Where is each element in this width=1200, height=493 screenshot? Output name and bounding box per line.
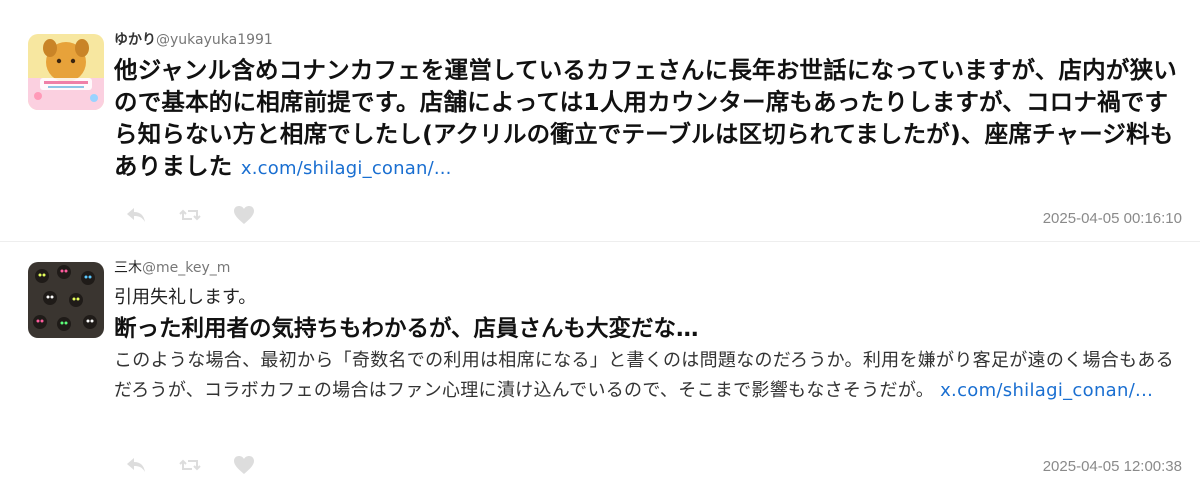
tweet-feed: ゆかり@yukayuka1991 他ジャンル含めコナンカフェを運営しているカフェ… xyxy=(0,0,1200,493)
like-button[interactable] xyxy=(232,204,256,226)
retweet-button[interactable] xyxy=(178,454,202,476)
tweet-timestamp[interactable]: 2025-04-05 12:00:38 xyxy=(1043,458,1182,475)
tweet-actions xyxy=(124,204,256,226)
retweet-icon xyxy=(179,459,201,471)
tweet-headline: 断った利用者の気持ちもわかるが、店員さんも大変だな… xyxy=(114,316,699,342)
tweet-intro: 引用失礼します。 xyxy=(114,287,257,308)
tweet-header: ゆかり@yukayuka1991 xyxy=(114,30,1182,50)
like-button[interactable] xyxy=(232,454,256,476)
tweet-text-block: このような場合、最初から「奇数名での利用は相席になる」と書くのは問題なのだろうか… xyxy=(114,346,1182,406)
display-name[interactable]: 三木 xyxy=(114,260,142,276)
reply-button[interactable] xyxy=(124,454,148,476)
screen-name[interactable]: @yukayuka1991 xyxy=(156,32,273,48)
tweet-text-block: 他ジャンル含めコナンカフェを運営しているカフェさんに長年お世話になっていますが、… xyxy=(114,54,1182,185)
retweet-icon xyxy=(179,209,201,221)
tweet-timestamp[interactable]: 2025-04-05 00:16:10 xyxy=(1043,210,1182,227)
reply-button[interactable] xyxy=(124,204,148,226)
tweet-content: 三木@me_key_m 引用失礼します。 断った利用者の気持ちもわかるが、店員さ… xyxy=(114,258,1182,406)
tweet-item: ゆかり@yukayuka1991 他ジャンル含めコナンカフェを運営しているカフェ… xyxy=(0,0,1200,242)
avatar[interactable] xyxy=(28,34,104,110)
screen-name[interactable]: @me_key_m xyxy=(142,260,230,276)
tweet-header: 三木@me_key_m xyxy=(114,258,1182,278)
tweet-link[interactable]: x.com/shilagi_conan/... xyxy=(940,380,1153,401)
tweet-link[interactable]: x.com/shilagi_conan/... xyxy=(241,158,452,179)
retweet-button[interactable] xyxy=(178,204,202,226)
reply-icon xyxy=(127,208,145,222)
heart-icon xyxy=(234,456,254,474)
tweet-actions xyxy=(124,454,256,476)
tweet-item: 三木@me_key_m 引用失礼します。 断った利用者の気持ちもわかるが、店員さ… xyxy=(0,242,1200,493)
avatar[interactable] xyxy=(28,262,104,338)
tweet-content: ゆかり@yukayuka1991 他ジャンル含めコナンカフェを運営しているカフェ… xyxy=(114,30,1182,185)
reply-icon xyxy=(127,458,145,472)
display-name[interactable]: ゆかり xyxy=(114,32,156,48)
heart-icon xyxy=(234,206,254,224)
